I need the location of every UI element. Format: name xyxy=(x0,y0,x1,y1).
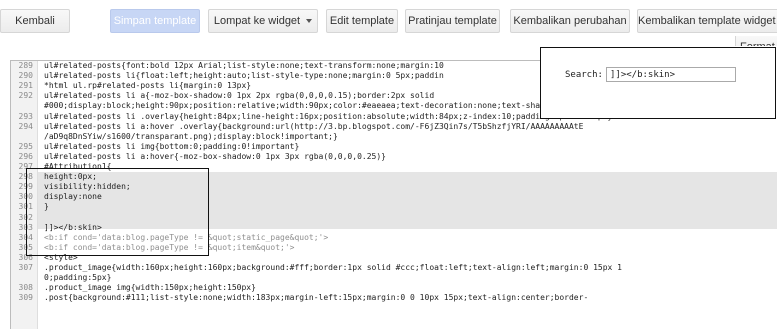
line-number: 290 xyxy=(18,71,33,81)
code-text: ul#related-posts li a{-moz-box-shadow:0 … xyxy=(44,91,435,101)
line-number: 294 xyxy=(18,121,33,131)
code-text: ul#related-posts li .overlay{height:84px… xyxy=(44,111,613,121)
code-text: ul#related-posts li{float:left;height:au… xyxy=(44,71,444,81)
jump-to-widget-dropdown[interactable]: Lompat ke widget xyxy=(208,9,318,33)
revert-widget-template-button[interactable]: Kembalikan template widget ke xyxy=(637,9,777,33)
line-number: 307 xyxy=(18,263,33,272)
back-button[interactable]: Kembali xyxy=(0,9,70,33)
code-text: ul#related-posts{font:bold 12px Arial;li… xyxy=(44,61,444,70)
search-annotation-box xyxy=(540,47,776,119)
line-number: 296 xyxy=(18,151,33,161)
chevron-down-icon xyxy=(306,19,313,24)
code-text: *html ul.rp#related-posts li{margin:0 13… xyxy=(44,81,252,91)
code-text: ul#related-posts li img{bottom:0;padding… xyxy=(44,141,300,151)
line-number: 308 xyxy=(18,283,33,293)
revert-changes-button[interactable]: Kembalikan perubahan xyxy=(510,9,630,33)
code-text: /aD9q8DnSYiw/s1600/transparant.png);disp… xyxy=(44,131,338,141)
code-text: .product_image{width:160px;height:160px;… xyxy=(44,263,622,272)
code-text: ul#related-posts li a:hover .overlay{bac… xyxy=(44,121,584,131)
save-template-button[interactable]: Simpan template xyxy=(110,9,200,33)
jump-to-widget-label: Lompat ke widget xyxy=(213,15,301,27)
line-number: 289 xyxy=(18,61,33,70)
line-number: 293 xyxy=(18,111,33,121)
preview-template-button[interactable]: Pratinjau template xyxy=(405,9,500,33)
code-text: 0;padding:5px} xyxy=(44,273,112,283)
edit-template-button[interactable]: Edit template xyxy=(326,9,398,33)
code-text: .product_image img{width:150px;height:15… xyxy=(44,283,256,293)
code-text: #000;display:block;height:90px;position:… xyxy=(44,101,622,111)
code-text: .post{background:#111;list-style:none;wi… xyxy=(44,293,589,303)
line-number: 309 xyxy=(18,293,33,303)
code-text: ul#related-posts li a:hover{-moz-box-sha… xyxy=(44,151,386,161)
line-number: 292 xyxy=(18,91,33,101)
line-number: 295 xyxy=(18,141,33,151)
attribution-annotation-box xyxy=(26,168,209,256)
line-number: 291 xyxy=(18,81,33,91)
